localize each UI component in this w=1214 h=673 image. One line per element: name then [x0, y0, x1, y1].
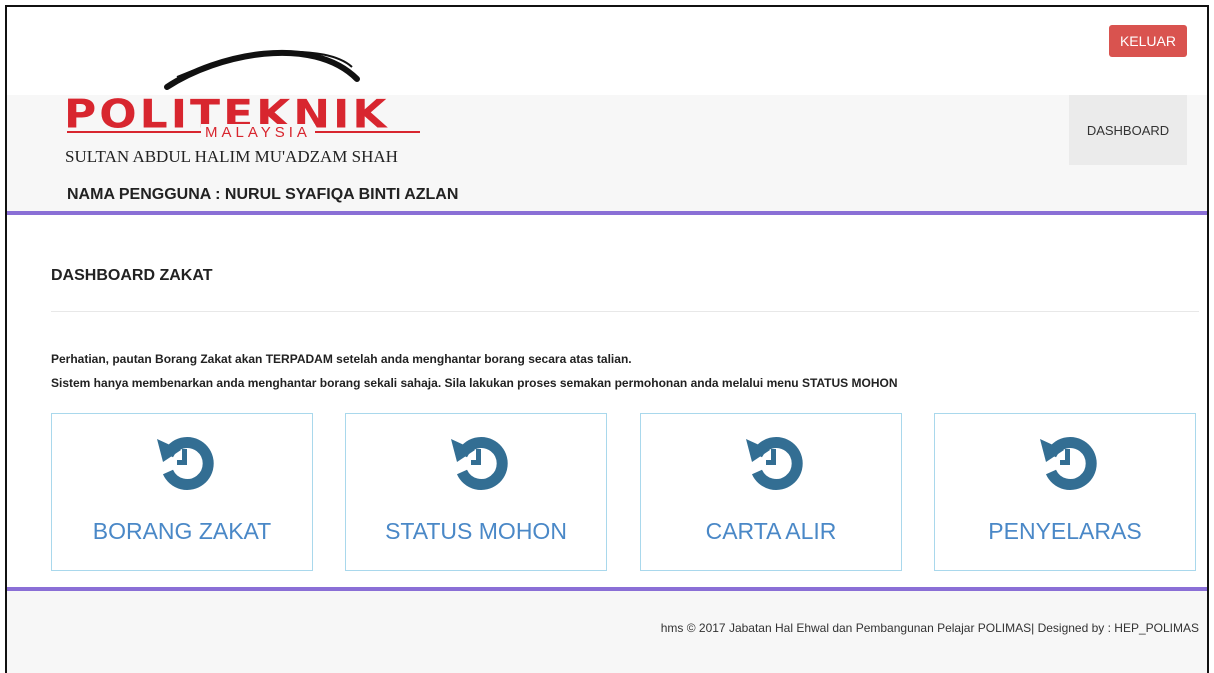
logo-arc-icon: [164, 49, 360, 90]
divider: [51, 311, 1199, 312]
nav-dashboard-link[interactable]: DASHBOARD: [1069, 95, 1187, 165]
tile-penyelaras[interactable]: PENYELARAS: [934, 413, 1196, 571]
main-content: DASHBOARD ZAKAT Perhatian, pautan Borang…: [51, 215, 1199, 571]
tile-label: CARTA ALIR: [705, 518, 837, 544]
page-frame: KELUAR POLITEKNIK MALAYSIA SULTAN ABDUL …: [5, 5, 1209, 673]
history-icon: [746, 437, 803, 490]
username-label: NAMA PENGGUNA : NURUL SYAFIQA BINTI AZLA…: [67, 186, 459, 203]
notice-text: Perhatian, pautan Borang Zakat akan TERP…: [51, 352, 632, 366]
logout-button[interactable]: KELUAR: [1108, 25, 1187, 57]
dashboard-tiles: BORANG ZAKAT STATUS MOHON CARTA ALIR PEN…: [51, 413, 1199, 573]
footer-text: hms © 2017 Jabatan Hal Ehwal dan Pembang…: [660, 621, 1199, 635]
logo-campus-text: SULTAN ABDUL HALIM MU'ADZAM SHAH: [65, 147, 398, 166]
politeknik-logo: POLITEKNIK MALAYSIA SULTAN ABDUL HALIM M…: [37, 29, 477, 166]
tile-label: BORANG ZAKAT: [92, 518, 272, 544]
notice-text: Sistem hanya membenarkan anda menghantar…: [51, 376, 898, 390]
history-icon: [157, 437, 214, 490]
tile-label: PENYELARAS: [988, 518, 1142, 544]
page-title: DASHBOARD ZAKAT: [51, 267, 213, 284]
navbar: POLITEKNIK MALAYSIA SULTAN ABDUL HALIM M…: [7, 49, 1207, 215]
tile-label: STATUS MOHON: [385, 518, 567, 544]
footer: hms © 2017 Jabatan Hal Ehwal dan Pembang…: [7, 587, 1207, 673]
tile-borang-zakat[interactable]: BORANG ZAKAT: [51, 413, 313, 571]
tile-carta-alir[interactable]: CARTA ALIR: [640, 413, 902, 571]
history-icon: [1040, 437, 1097, 490]
history-icon: [451, 437, 508, 490]
logo-country-text: MALAYSIA: [201, 124, 315, 141]
tile-status-mohon[interactable]: STATUS MOHON: [345, 413, 607, 571]
